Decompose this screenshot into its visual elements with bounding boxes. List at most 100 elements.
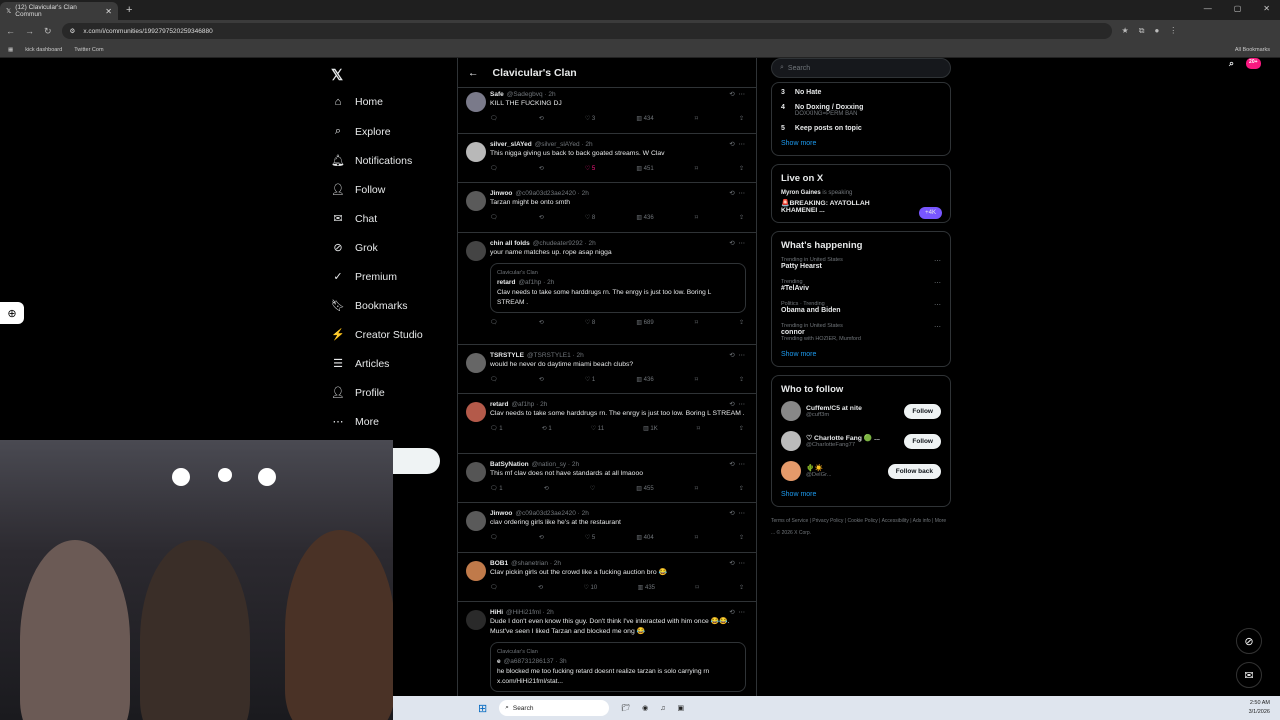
retweet-button[interactable]: ⟲ <box>539 214 544 221</box>
reply-button[interactable]: 🗨︎ <box>490 115 498 122</box>
reply-button[interactable]: 🗨︎ <box>490 214 498 221</box>
share-icon[interactable]: ⇪ <box>739 319 744 326</box>
reply-button[interactable]: 🗨︎ 1 <box>490 485 503 492</box>
bookmark-icon[interactable]: ⌑ <box>697 425 700 432</box>
like-button[interactable]: ♡ 8 <box>585 319 595 326</box>
share-icon[interactable]: ⇪ <box>739 214 744 221</box>
views-button[interactable]: ▥ 689 <box>636 319 653 326</box>
author-name[interactable]: silver_slAYed <box>490 141 532 148</box>
share-icon[interactable]: ⇪ <box>739 534 744 541</box>
file-explorer-icon[interactable]: 📁︎ <box>621 704 630 712</box>
like-button[interactable]: ♡ 11 <box>591 425 604 432</box>
more-icon[interactable]: ⟲ ⋯ <box>729 140 746 148</box>
views-button[interactable]: ▥ 434 <box>636 115 653 122</box>
share-icon[interactable]: ⇪ <box>739 165 744 172</box>
like-button[interactable]: ♡ 1 <box>585 376 595 383</box>
author-name[interactable]: Jinwoo <box>490 510 512 517</box>
spotify-icon[interactable]: ♫ <box>660 705 665 712</box>
nav-creator-studio[interactable]: ⚡ Creator Studio <box>331 328 423 342</box>
trend-item[interactable]: Trending in United States connor Trending … <box>781 323 941 342</box>
zoom-icon[interactable]: ⊕ <box>0 302 24 324</box>
avatar[interactable] <box>466 462 486 482</box>
bookmark-icon[interactable]: ⌑ <box>695 584 698 591</box>
windows-start-icon[interactable]: ⊞ <box>478 702 487 715</box>
nav-notifications[interactable]: 🔔︎ Notifications <box>331 154 412 168</box>
follow-suggestion[interactable]: Cuffem/C5 at nite @cuff3m Follow <box>781 401 941 421</box>
quoted-tweet[interactable]: Clavicular's Clan retard @af1hp · 2h Clav… <box>490 263 746 313</box>
tweet[interactable]: silver_slAYed @silver_slAYed · 2h ⟲ ⋯ This… <box>458 134 756 183</box>
show-more-link[interactable]: Show more <box>781 140 941 147</box>
follow-suggestion[interactable]: 🌵☀️ @DelGr... Follow back <box>781 461 941 481</box>
tweet[interactable]: Safe @Sadegbvq · 2h ⟲ ⋯ KILL THE FUCKING D… <box>458 84 756 134</box>
follow-button[interactable]: Follow <box>904 433 941 449</box>
views-button[interactable]: ▥ 436 <box>636 376 653 383</box>
more-icon[interactable]: ⟲ ⋯ <box>729 351 746 359</box>
extensions-icon[interactable]: ⧉ <box>1139 26 1145 36</box>
like-button[interactable]: ♡ 8 <box>585 214 595 221</box>
taskbar-search[interactable]: ⌕ Search <box>499 700 610 716</box>
retweet-button[interactable]: ⟲ <box>539 115 544 122</box>
more-icon[interactable]: ⟲ ⋯ <box>729 400 746 408</box>
bookmark-icon[interactable]: ⌑ <box>695 485 698 492</box>
star-icon[interactable]: ★ <box>1122 26 1129 36</box>
tweet[interactable]: BOB1 @shanetrian · 2h ⟲ ⋯ Clav pickin girl… <box>458 553 756 602</box>
bookmark-kick[interactable]: kick dashboard <box>25 47 62 53</box>
more-icon[interactable]: ⋯ <box>934 279 941 287</box>
browser-tab[interactable]: 𝕏 (12) Clavicular's Clan Commun ✕ <box>0 2 118 20</box>
reply-button[interactable]: 🗨︎ <box>490 534 498 541</box>
share-icon[interactable]: ⇪ <box>739 485 744 492</box>
nav-home[interactable]: ⌂ Home <box>331 96 383 108</box>
avatar[interactable] <box>466 511 486 531</box>
footer-links[interactable]: Terms of Service | Privacy Policy | Cook… <box>771 515 951 539</box>
back-arrow-icon[interactable]: ← <box>468 67 479 79</box>
follow-button[interactable]: Follow back <box>887 463 941 479</box>
show-more-link[interactable]: Show more <box>781 351 941 358</box>
scrollbar[interactable] <box>1272 118 1278 678</box>
like-button[interactable]: ♡ 5 <box>585 165 595 172</box>
profile-icon[interactable]: ● <box>1154 26 1159 36</box>
avatar[interactable] <box>466 191 486 211</box>
nav-follow[interactable]: 👤︎ Follow <box>331 183 385 197</box>
tweet[interactable]: HiHi @HiHi21fml · 2h ⟲ ⋯ Dude I don't even… <box>458 602 756 696</box>
search-icon[interactable]: ⌕ <box>1229 58 1234 69</box>
views-button[interactable]: ▥ 451 <box>636 165 653 172</box>
bookmark-twitter[interactable]: Twitter Com <box>74 47 103 53</box>
like-button[interactable]: ♡ 10 <box>584 584 598 591</box>
avatar[interactable] <box>466 92 486 112</box>
bookmark-icon[interactable]: ⌑ <box>695 376 698 383</box>
reply-button[interactable]: 🗨︎ <box>490 584 498 591</box>
bookmark-icon[interactable]: ⌑ <box>695 115 698 122</box>
more-icon[interactable]: ⋯ <box>934 257 941 265</box>
trend-item[interactable]: Trending in United States Patty Hearst ⋯ <box>781 257 941 270</box>
quoted-tweet[interactable]: Clavicular's Clan e @a68731286137 · 3h he… <box>490 642 746 692</box>
close-window-icon[interactable]: ✕ <box>1263 4 1270 13</box>
like-button[interactable]: ♡ <box>590 485 595 492</box>
nav-premium[interactable]: ✓ Premium <box>331 270 397 284</box>
x-logo-icon[interactable]: 𝕏 <box>331 66 343 84</box>
more-icon[interactable]: ⟲ ⋯ <box>729 90 746 98</box>
trend-item[interactable]: Trending #TelAviv ⋯ <box>781 279 941 292</box>
tweet[interactable]: chin all folds @chudeater9292 · 2h ⟲ ⋯ you… <box>458 233 756 345</box>
nav-explore[interactable]: ⌕ Explore <box>331 125 391 138</box>
author-name[interactable]: retard <box>490 401 508 408</box>
reply-button[interactable]: 🗨︎ <box>490 376 498 383</box>
views-button[interactable]: ▥ 436 <box>636 214 653 221</box>
tweet[interactable]: Jinwoo @c09a03d23ae2420 · 2h ⟲ ⋯ clav orde… <box>458 503 756 553</box>
forward-icon[interactable]: → <box>25 26 34 36</box>
nav-grok[interactable]: ⊘ Grok <box>331 241 377 255</box>
more-icon[interactable]: ⟲ ⋯ <box>729 608 746 616</box>
live-headline[interactable]: 🚨BREAKING: AYATOLLAH KHAMENEI ... <box>781 199 876 214</box>
tweet[interactable]: Jinwoo @c09a03d23ae2420 · 2h ⟲ ⋯ Tarzan mi… <box>458 183 756 233</box>
maximize-icon[interactable]: ▢ <box>1234 4 1242 13</box>
reply-button[interactable]: 🗨︎ 1 <box>490 425 503 432</box>
retweet-button[interactable]: ⟲ <box>539 534 544 541</box>
notification-badge[interactable]: 20+ <box>1246 58 1261 69</box>
author-name[interactable]: Safe <box>490 91 504 98</box>
views-button[interactable]: ▥ 455 <box>636 485 653 492</box>
chrome-icon[interactable]: ◉ <box>642 704 648 712</box>
avatar[interactable] <box>466 402 486 422</box>
retweet-button[interactable]: ⟲ <box>539 376 544 383</box>
listeners-badge[interactable]: +4K <box>919 207 942 219</box>
follow-suggestion[interactable]: ♡ Charlotte Fang 🟢 ... @CharlotteFang77 Fo… <box>781 431 941 451</box>
author-name[interactable]: chin all folds <box>490 240 530 247</box>
